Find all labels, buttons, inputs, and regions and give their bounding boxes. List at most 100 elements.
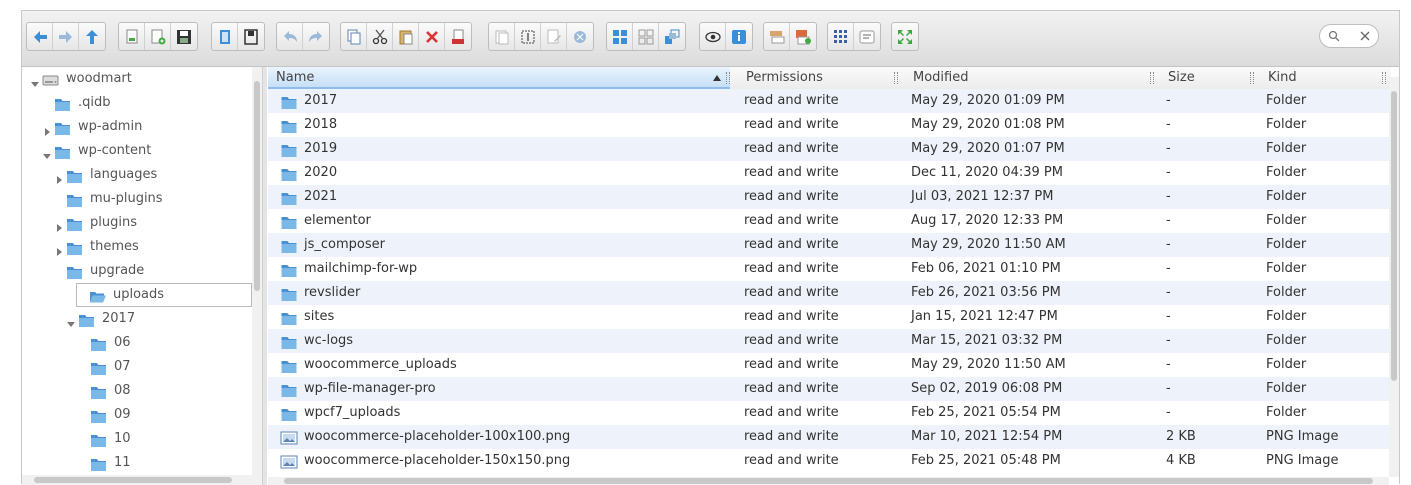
back-button[interactable] [27, 23, 53, 50]
tree-item-mu-plugins[interactable]: mu-plugins [54, 187, 163, 211]
help-button[interactable] [854, 23, 880, 50]
table-row[interactable]: mailchimp-for-wp read and write Feb 06, 20… [268, 257, 1389, 281]
file-kind: Folder [1266, 117, 1307, 132]
resize-button[interactable] [567, 23, 593, 50]
table-row[interactable]: 2018 read and write May 29, 2020 01:08 PM -… [268, 113, 1389, 137]
column-permissions[interactable]: Permissions [738, 67, 898, 89]
chevron-right-icon[interactable] [54, 170, 64, 184]
open-button[interactable] [212, 23, 238, 50]
fullscreen-button[interactable] [892, 23, 918, 50]
chevron-down-icon[interactable] [30, 74, 40, 87]
undo-button[interactable] [277, 23, 303, 50]
list-vertical-scrollbar[interactable] [1389, 77, 1399, 477]
scroll-thumb[interactable] [254, 81, 260, 291]
cut-button[interactable] [367, 23, 393, 50]
tree-item-09[interactable]: 09 [78, 403, 131, 427]
table-row[interactable]: wp-file-manager-pro read and write Sep 02,… [268, 377, 1389, 401]
tree-item-11[interactable]: 11 [78, 451, 131, 475]
new-file-button[interactable] [145, 23, 171, 50]
close-icon[interactable] [1359, 30, 1371, 42]
reload-button[interactable] [119, 23, 145, 50]
redo-button[interactable] [303, 23, 329, 50]
column-name[interactable]: Name [268, 67, 730, 89]
table-row[interactable]: revslider read and write Feb 26, 2021 03:5… [268, 281, 1389, 305]
tree-item-07[interactable]: 07 [78, 355, 131, 379]
table-row[interactable]: 2017 read and write May 29, 2020 01:09 PM -… [268, 89, 1389, 113]
download-icon [242, 28, 260, 46]
forward-button[interactable] [53, 23, 79, 50]
folder-icon [54, 96, 71, 111]
column-resize-handle[interactable] [1382, 72, 1386, 84]
scroll-thumb[interactable] [1391, 91, 1397, 381]
file-size: - [1166, 285, 1171, 300]
list-view-button[interactable] [659, 23, 685, 50]
file-permissions: read and write [744, 285, 839, 300]
table-row[interactable]: wc-logs read and write Mar 15, 2021 03:32 … [268, 329, 1389, 353]
tree-item-plugins[interactable]: plugins [54, 211, 137, 235]
tree-item-upgrade[interactable]: upgrade [54, 259, 144, 283]
search-box[interactable] [1319, 24, 1379, 48]
download-button[interactable] [238, 23, 264, 50]
table-row[interactable]: 2019 read and write May 29, 2020 01:07 PM -… [268, 137, 1389, 161]
column-modified[interactable]: Modified [905, 67, 1155, 89]
column-resize-handle[interactable] [1150, 72, 1154, 84]
file-kind: Folder [1266, 357, 1307, 372]
column-resize-handle[interactable] [894, 72, 898, 84]
scroll-thumb[interactable] [284, 478, 1373, 484]
table-row[interactable]: woocommerce_uploads read and write May 29,… [268, 353, 1389, 377]
copy-button[interactable] [341, 23, 367, 50]
edit-button[interactable] [541, 23, 567, 50]
tree-item-2017[interactable]: 2017 [66, 307, 135, 331]
tree-item-languages[interactable]: languages [54, 163, 157, 187]
table-row[interactable]: elementor read and write Aug 17, 2020 12:3… [268, 209, 1389, 233]
scroll-thumb[interactable] [34, 477, 232, 483]
empty-icon [449, 28, 467, 46]
tree-vertical-scrollbar[interactable] [252, 67, 262, 477]
tree-item-wp-content[interactable]: wp-content [42, 139, 151, 163]
column-resize-handle[interactable] [1250, 72, 1254, 84]
column-kind[interactable]: Kind [1260, 67, 1380, 89]
archive-button[interactable] [790, 23, 816, 50]
chevron-right-icon[interactable] [54, 218, 64, 232]
column-size[interactable]: Size [1160, 67, 1255, 89]
table-row[interactable]: woocommerce-placeholder-150x150.png read … [268, 449, 1389, 473]
empty-button[interactable] [445, 23, 471, 50]
table-row[interactable]: js_composer read and write May 29, 2020 11… [268, 233, 1389, 257]
rename-button[interactable] [515, 23, 541, 50]
chevron-down-icon[interactable] [66, 314, 76, 327]
tree-item-themes[interactable]: themes [54, 235, 139, 259]
up-button[interactable] [79, 23, 105, 50]
preview-button[interactable] [700, 23, 726, 50]
tree-item-06[interactable]: 06 [78, 331, 131, 355]
table-row[interactable]: wpcf7_uploads read and write Feb 25, 2021 … [268, 401, 1389, 425]
table-row[interactable]: 2021 read and write Jul 03, 2021 12:37 PM -… [268, 185, 1389, 209]
extract-button[interactable] [764, 23, 790, 50]
duplicate-button[interactable] [489, 23, 515, 50]
chevron-right-icon[interactable] [54, 242, 64, 256]
table-row[interactable]: 2020 read and write Dec 11, 2020 04:39 PM -… [268, 161, 1389, 185]
tree-item-qidb[interactable]: .qidb [42, 91, 111, 115]
tree-item-10[interactable]: 10 [78, 427, 131, 451]
delete-button[interactable] [419, 23, 445, 50]
chevron-right-icon[interactable] [42, 122, 52, 136]
tree-item-uploads[interactable]: uploads [76, 283, 252, 307]
tree-item-08[interactable]: 08 [78, 379, 131, 403]
save-button[interactable] [171, 23, 197, 50]
folder-icon [54, 144, 71, 159]
table-row[interactable]: woocommerce-placeholder-100x100.png read … [268, 425, 1389, 449]
chevron-down-icon[interactable] [42, 146, 52, 159]
icons-view-button[interactable] [607, 23, 633, 50]
info-button[interactable] [726, 23, 752, 50]
column-resize-handle[interactable] [726, 72, 730, 84]
tree-item-label: 07 [114, 359, 131, 374]
tree-item-wp-admin[interactable]: wp-admin [42, 115, 142, 139]
sort-button[interactable] [828, 23, 854, 50]
tree-item-woodmart[interactable]: woodmart [30, 67, 132, 91]
grid-view-button[interactable] [633, 23, 659, 50]
tree-item-label: plugins [90, 215, 137, 230]
file-size: - [1166, 309, 1171, 324]
paste-button[interactable] [393, 23, 419, 50]
pane-splitter[interactable] [262, 67, 267, 485]
table-row[interactable]: sites read and write Jan 15, 2021 12:47 PM… [268, 305, 1389, 329]
